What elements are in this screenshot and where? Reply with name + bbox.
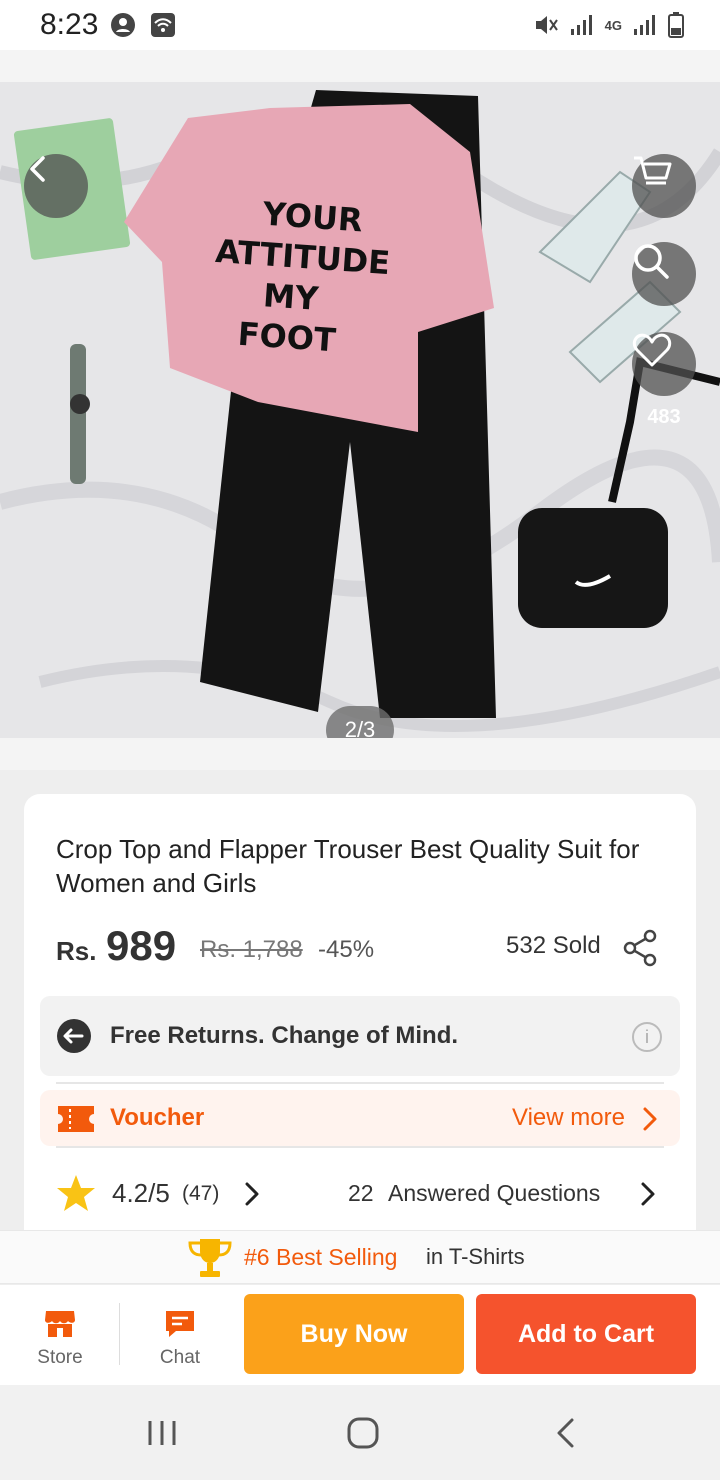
price-currency: Rs. [56, 936, 97, 966]
cart-icon [634, 156, 672, 185]
wifi-icon [151, 13, 175, 37]
divider [56, 1082, 664, 1084]
best-selling-category: in T-Shirts [426, 1244, 525, 1269]
search-icon [634, 244, 669, 279]
signal-icon [570, 15, 592, 35]
store-icon [45, 1311, 75, 1337]
status-time: 8:23 [40, 8, 99, 41]
rating-value: 4.2/5 [112, 1178, 170, 1208]
best-selling-banner[interactable]: #6 Best Selling in T-Shirts [0, 1230, 720, 1284]
cart-button[interactable] [632, 154, 696, 218]
info-icon[interactable]: i [632, 1022, 662, 1052]
rating-count: (47) [182, 1182, 220, 1205]
product-title: Crop Top and Flapper Trouser Best Qualit… [56, 834, 640, 898]
product-info-card: Crop Top and Flapper Trouser Best Qualit… [24, 794, 696, 1254]
mute-icon [535, 16, 558, 34]
buy-now-button[interactable]: Buy Now [244, 1294, 464, 1374]
chat-icon [166, 1311, 194, 1337]
system-nav-bar [0, 1385, 720, 1480]
view-more-link[interactable]: View more [512, 1104, 625, 1132]
divider [56, 1146, 664, 1148]
chat-label: Chat [159, 1347, 201, 1368]
voucher-row[interactable]: Voucher View more [40, 1090, 680, 1146]
favorite-button[interactable] [632, 332, 696, 396]
questions-link[interactable]: Answered Questions [388, 1180, 600, 1207]
gap-band [0, 738, 720, 770]
best-selling-rank: #6 Best Selling [244, 1244, 398, 1270]
return-icon [57, 1019, 91, 1053]
shirt-print-line-3: MY [262, 276, 320, 318]
original-price: Rs. 1,788 [200, 936, 303, 963]
action-bar: Store Chat Buy Now Add to Cart [0, 1285, 720, 1385]
top-band [0, 50, 720, 82]
rating-row[interactable]: 4.2/5 (47) 22 Answered Questions [56, 1174, 676, 1214]
store-label: Store [37, 1347, 83, 1368]
free-returns-text: Free Returns. Change of Mind. [110, 1022, 459, 1049]
chevron-right-icon[interactable] [242, 1180, 262, 1208]
share-icon[interactable] [622, 928, 660, 968]
price-value: 989 [106, 922, 177, 969]
shirt-print-line-1: YOUR [261, 195, 364, 240]
voucher-icon [58, 1106, 94, 1132]
signal-icon-2 [634, 15, 655, 35]
trophy-icon [188, 1239, 232, 1277]
price-row: Rs. 989 Rs. 1,788 -45% 532 Sold [56, 920, 676, 970]
battery-icon [668, 12, 684, 38]
heart-icon [632, 333, 672, 367]
voucher-label: Voucher [110, 1104, 205, 1131]
back-nav-icon[interactable] [552, 1417, 578, 1449]
store-button[interactable]: Store [0, 1285, 120, 1385]
questions-count: 22 [348, 1180, 374, 1206]
sold-count: 532 Sold [506, 932, 601, 959]
star-icon [57, 1175, 95, 1211]
shirt-print-line-4: FOOT [237, 315, 338, 360]
chat-button[interactable]: Chat [120, 1285, 240, 1385]
free-returns-row[interactable]: Free Returns. Change of Mind. i [40, 996, 680, 1076]
account-icon [111, 13, 135, 37]
product-image-gallery[interactable]: YOUR ATTITUDE MY FOOT 483 [0, 82, 720, 738]
product-photo: YOUR ATTITUDE MY FOOT [0, 82, 720, 738]
network-type: 4G [604, 17, 622, 33]
status-bar: 8:23 4G [0, 0, 720, 50]
search-button[interactable] [632, 242, 696, 306]
home-icon[interactable] [346, 1417, 380, 1449]
chevron-right-icon[interactable] [638, 1180, 658, 1208]
discount-badge: -45% [318, 936, 375, 963]
add-to-cart-button[interactable]: Add to Cart [476, 1294, 696, 1374]
back-button[interactable] [24, 154, 88, 218]
favorite-count: 483 [647, 406, 681, 428]
chevron-right-icon [643, 1107, 657, 1131]
chevron-left-icon [30, 156, 45, 182]
recent-apps-icon[interactable] [146, 1417, 178, 1449]
